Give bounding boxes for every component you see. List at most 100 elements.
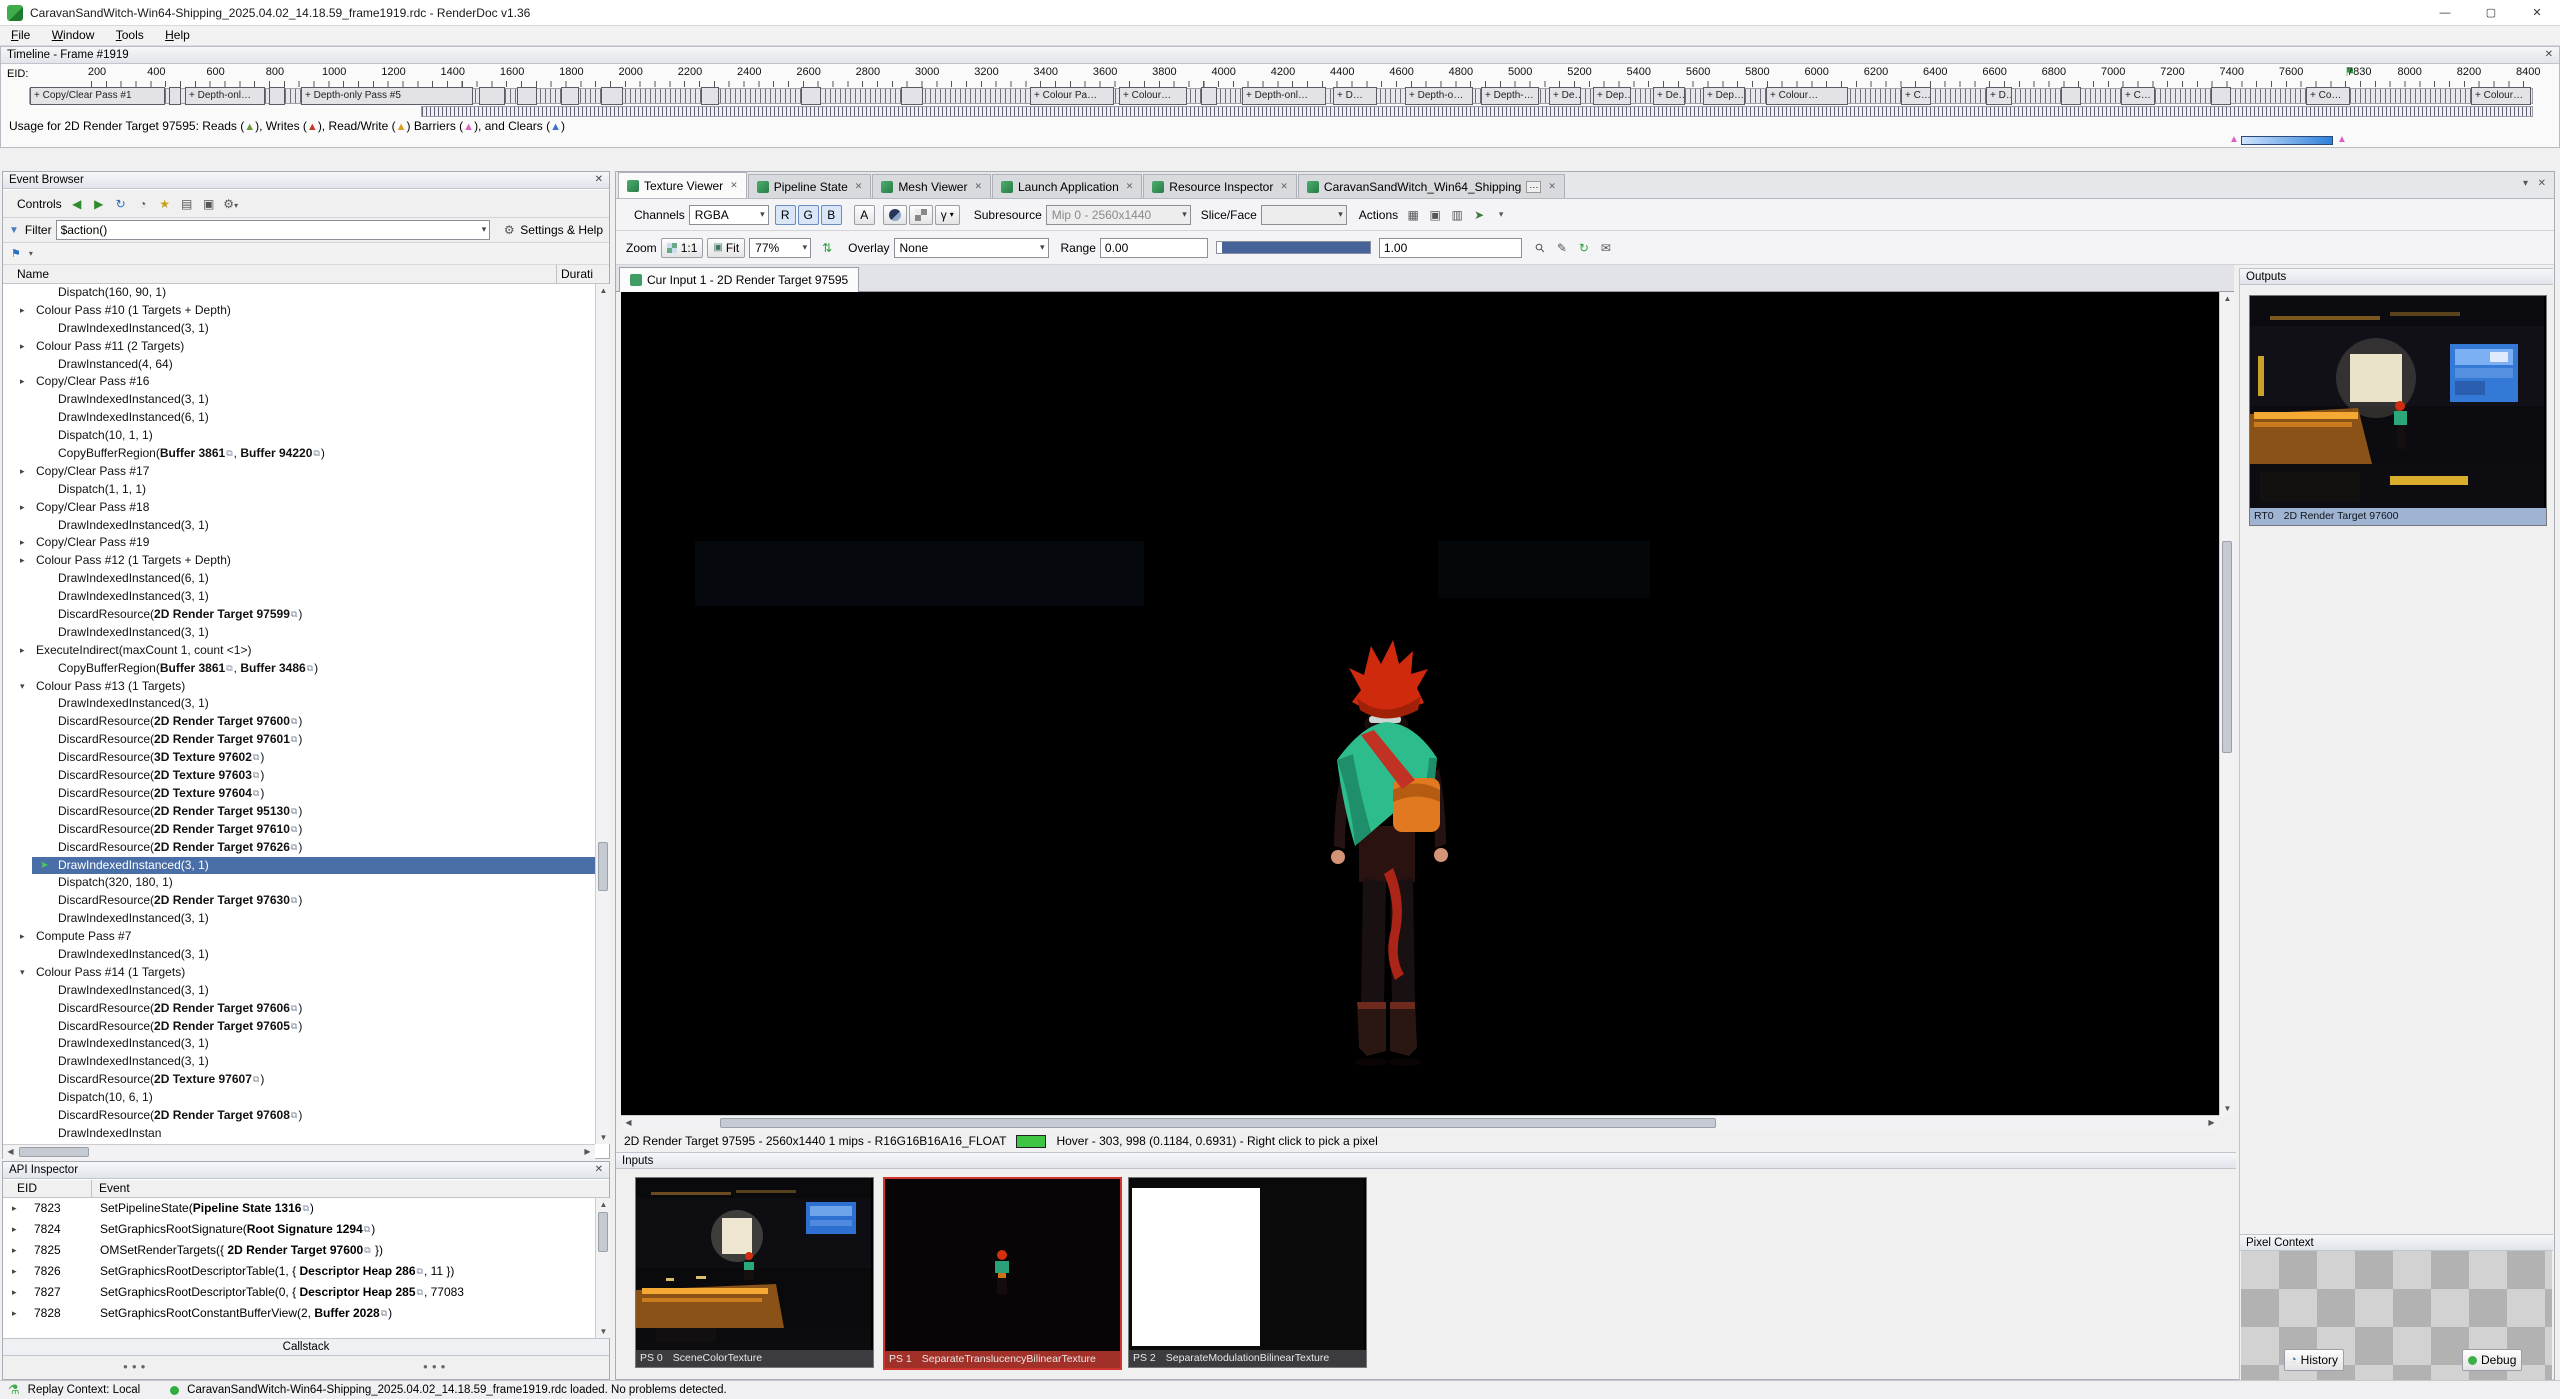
- timeline-pass-segment[interactable]: [801, 87, 821, 105]
- timeline-pass-segment[interactable]: [561, 87, 579, 105]
- menu-window[interactable]: Window: [43, 26, 104, 44]
- range-min-input[interactable]: [1100, 238, 1208, 258]
- timeline-event-marks[interactable]: [421, 106, 2533, 117]
- event-row[interactable]: ▸Copy/Clear Pass #18: [4, 499, 595, 517]
- timeline-pass-segment[interactable]: [517, 87, 537, 105]
- timeline-pass-segment[interactable]: + Dep…: [1703, 87, 1745, 105]
- copy-icon[interactable]: ▦: [1403, 208, 1423, 222]
- visualize-icon[interactable]: [883, 205, 907, 225]
- tree-expander-icon[interactable]: ▸: [20, 534, 32, 552]
- timeline-pass-segment[interactable]: + Depth-only Pass #5: [301, 87, 473, 105]
- tab-close-icon[interactable]: ✕: [730, 180, 738, 191]
- event-browser-close-icon[interactable]: ✕: [595, 172, 603, 188]
- checkerboard-background-icon[interactable]: [909, 205, 933, 225]
- timeline-pass-segment[interactable]: [901, 87, 923, 105]
- scroll-down-icon[interactable]: ▼: [2220, 1102, 2235, 1115]
- event-tree[interactable]: Dispatch(160, 90, 1)▸Colour Pass #10 (1 …: [4, 284, 595, 1144]
- event-row[interactable]: DrawIndexedInstanced(6, 1): [4, 570, 595, 588]
- output-thumbnail-rt0[interactable]: RT0 2D Render Target 97600: [2249, 295, 2547, 526]
- dock-grip[interactable]: ●●●: [123, 1362, 150, 1371]
- event-row[interactable]: DiscardResource(2D Render Target 97610⧉): [4, 821, 595, 839]
- visible-range-bar[interactable]: [2241, 136, 2333, 145]
- timeline-pass-segment[interactable]: + Colour…: [1766, 87, 1848, 105]
- scroll-left-icon[interactable]: ◀: [621, 1116, 636, 1129]
- event-row[interactable]: Dispatch(10, 6, 1): [4, 1089, 595, 1107]
- timeline-pass-segment[interactable]: [601, 87, 623, 105]
- tab-close-icon[interactable]: ✕: [1280, 181, 1288, 192]
- event-row[interactable]: Dispatch(160, 90, 1): [4, 284, 595, 302]
- magnifier-icon[interactable]: ⚲: [1528, 235, 1552, 259]
- timeline-ruler[interactable]: EID: 20040060080010001200140016001800200…: [1, 64, 2559, 87]
- timeline-pass-segment[interactable]: + De…: [1653, 87, 1685, 105]
- timeline-pass-segment[interactable]: + Colour Pa…: [1030, 87, 1114, 105]
- event-row[interactable]: ▸Copy/Clear Pass #17: [4, 463, 595, 481]
- close-button[interactable]: ✕: [2514, 0, 2560, 26]
- tab-launch-application[interactable]: Launch Application ✕: [992, 174, 1142, 198]
- tree-expander-icon[interactable]: ▸: [12, 1282, 17, 1303]
- scroll-left-icon[interactable]: ◀: [3, 1145, 18, 1158]
- replay-context-icon[interactable]: ⚗: [8, 1382, 20, 1398]
- timeline-pass-segment[interactable]: + De…: [1549, 87, 1581, 105]
- texture-display[interactable]: [621, 292, 2219, 1115]
- event-row[interactable]: Dispatch(320, 180, 1): [4, 874, 595, 892]
- tree-expander-icon[interactable]: ▸: [12, 1198, 17, 1219]
- event-row[interactable]: CopyBufferRegion(Buffer 3861⧉, Buffer 34…: [4, 660, 595, 678]
- event-row[interactable]: DiscardResource(2D Render Target 97606⧉): [4, 1000, 595, 1018]
- api-event-row[interactable]: ▸7824SetGraphicsRootSignature(Root Signa…: [4, 1219, 595, 1240]
- texture-vscrollbar[interactable]: ▲ ▼: [2219, 292, 2234, 1115]
- event-row[interactable]: ▸Compute Pass #7: [4, 928, 595, 946]
- scroll-down-icon[interactable]: ▼: [596, 1131, 611, 1144]
- event-row[interactable]: ➤DrawIndexedInstanced(3, 1): [32, 857, 595, 875]
- tab-close-icon[interactable]: ✕: [974, 181, 982, 192]
- event-row[interactable]: ▾Colour Pass #14 (1 Targets): [4, 964, 595, 982]
- timeline-pass-segment[interactable]: [701, 87, 719, 105]
- event-row[interactable]: DiscardResource(2D Texture 97603⧉): [4, 767, 595, 785]
- event-row[interactable]: DiscardResource(2D Render Target 97626⧉): [4, 839, 595, 857]
- event-row[interactable]: DrawIndexedInstanced(3, 1): [4, 624, 595, 642]
- event-row[interactable]: DiscardResource(2D Texture 97604⧉): [4, 785, 595, 803]
- event-row[interactable]: DrawIndexedInstan: [4, 1125, 595, 1143]
- time-actions-icon[interactable]: ◔: [133, 197, 153, 211]
- event-column-header[interactable]: Event: [99, 1180, 130, 1197]
- timeline-pass-segment[interactable]: + Depth-o…: [1405, 87, 1473, 105]
- event-row[interactable]: DiscardResource(2D Render Target 97608⧉): [4, 1107, 595, 1125]
- next-action-icon[interactable]: ▶: [89, 197, 109, 211]
- cur-input-tab[interactable]: Cur Input 1 - 2D Render Target 97595: [619, 267, 859, 292]
- open-texture-icon[interactable]: ▥: [1447, 208, 1467, 222]
- timeline-pass-segment[interactable]: [269, 87, 285, 105]
- dock-grip[interactable]: ●●●: [423, 1362, 450, 1371]
- api-event-row[interactable]: ▸7825OMSetRenderTargets({ 2D Render Targ…: [4, 1240, 595, 1261]
- refresh-icon[interactable]: ↻: [111, 197, 131, 211]
- timeline-pass-segment[interactable]: + Copy/Clear Pass #1: [30, 87, 165, 105]
- timeline-pass-segment[interactable]: + Depth-…: [1481, 87, 1539, 105]
- event-row[interactable]: ▸Copy/Clear Pass #16: [4, 373, 595, 391]
- tree-expander-icon[interactable]: ▸: [12, 1240, 17, 1261]
- event-row[interactable]: ▸Copy/Clear Pass #19: [4, 534, 595, 552]
- tree-expander-icon[interactable]: ▸: [20, 463, 32, 481]
- event-tree-vscrollbar[interactable]: ▲ ▼: [595, 284, 610, 1144]
- tab-resource-inspector[interactable]: Resource Inspector ✕: [1143, 174, 1297, 198]
- timeline-pass-segment[interactable]: + Dep…: [1593, 87, 1631, 105]
- event-tree-hscrollbar[interactable]: ◀ ▶: [3, 1144, 595, 1159]
- scroll-right-icon[interactable]: ▶: [580, 1145, 595, 1158]
- timeline-pass-segment[interactable]: + C…: [1901, 87, 1931, 105]
- name-column-header[interactable]: Name: [17, 265, 49, 283]
- event-row[interactable]: ▸Colour Pass #12 (1 Targets + Depth): [4, 552, 595, 570]
- prev-action-icon[interactable]: ◀: [67, 197, 87, 211]
- event-row[interactable]: DrawIndexedInstanced(6, 1): [4, 409, 595, 427]
- api-event-row[interactable]: ▸7826SetGraphicsRootDescriptorTable(1, {…: [4, 1261, 595, 1282]
- tab-texture-viewer[interactable]: Texture Viewer ✕: [618, 172, 747, 198]
- bookmark-star-icon[interactable]: ★: [155, 197, 175, 211]
- timeline-pass-segment[interactable]: [2211, 87, 2231, 105]
- event-row[interactable]: ▾Colour Pass #13 (1 Targets): [4, 678, 595, 696]
- timeline-pass-segment[interactable]: + Co…: [2306, 87, 2350, 105]
- history-button[interactable]: ◔ History: [2284, 1349, 2344, 1371]
- timeline-pass-segment[interactable]: + Depth-onl…: [185, 87, 265, 105]
- event-row[interactable]: DrawIndexedInstanced(3, 1): [4, 320, 595, 338]
- tree-expander-icon[interactable]: ▸: [12, 1303, 17, 1324]
- tree-expander-icon[interactable]: ▸: [20, 642, 32, 660]
- api-vscrollbar[interactable]: ▲ ▼: [595, 1198, 610, 1338]
- fit-button[interactable]: ▣Fit: [707, 238, 745, 258]
- timeline-pass-segment[interactable]: + Colour…: [2471, 87, 2531, 105]
- scroll-up-icon[interactable]: ▲: [596, 284, 611, 297]
